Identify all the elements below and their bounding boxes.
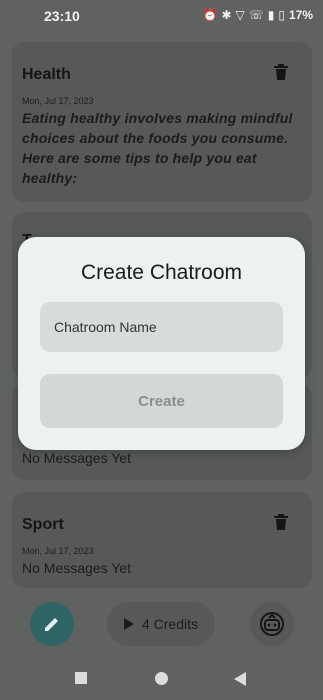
- chatroom-card-health[interactable]: Health Mon, Jul 17, 2023 Eating healthy …: [12, 42, 312, 202]
- chatroom-name-input[interactable]: [40, 302, 283, 352]
- alarm-icon: ⏰: [202, 8, 218, 22]
- chatroom-title: Sport: [22, 516, 64, 533]
- recents-icon[interactable]: [75, 672, 87, 684]
- credits-button[interactable]: 4 Credits: [107, 602, 215, 646]
- home-icon[interactable]: [155, 672, 168, 685]
- wifi-icon: ▽: [235, 8, 245, 22]
- trash-icon[interactable]: [274, 514, 288, 530]
- pencil-icon: [45, 618, 58, 631]
- dialog-title: Create Chatroom: [80, 261, 243, 284]
- status-time: 23:10: [44, 8, 80, 24]
- signal-icon: ▮: [267, 8, 275, 22]
- chatroom-preview: No Messages Yet: [22, 560, 131, 576]
- robot-icon: [260, 612, 284, 636]
- battery-icon: ▯: [278, 8, 285, 22]
- back-icon[interactable]: [234, 672, 246, 686]
- status-bar: 23:10 ⏰ ✱ ▽ ☏ ▮ ▯ 17%: [0, 0, 323, 32]
- chatroom-date: Mon, Jul 17, 2023: [22, 546, 94, 556]
- chatroom-card-sport[interactable]: Sport Mon, Jul 17, 2023 No Messages Yet: [12, 492, 312, 588]
- chatroom-preview: No Messages Yet: [22, 450, 131, 466]
- create-chatroom-dialog: Create Chatroom Create: [18, 237, 305, 450]
- chatroom-date: Mon, Jul 17, 2023: [22, 96, 94, 106]
- chatroom-preview: Eating healthy involves making mindful c…: [22, 110, 293, 186]
- bluetooth-icon: ✱: [221, 8, 232, 22]
- trash-icon[interactable]: [274, 64, 288, 80]
- credits-label: 4 Credits: [141, 616, 199, 632]
- battery-percent: 17%: [288, 8, 313, 22]
- create-button[interactable]: Create: [40, 374, 283, 428]
- play-icon: [123, 618, 134, 630]
- assistant-button[interactable]: [250, 602, 294, 646]
- call-icon: ☏: [248, 8, 264, 22]
- bottom-toolbar: 4 Credits: [0, 596, 323, 652]
- system-nav-bar: [0, 652, 323, 700]
- status-icons: ⏰ ✱ ▽ ☏ ▮ ▯ 17%: [202, 8, 313, 22]
- chatroom-title: Health: [22, 66, 71, 83]
- new-chatroom-button[interactable]: [30, 602, 74, 646]
